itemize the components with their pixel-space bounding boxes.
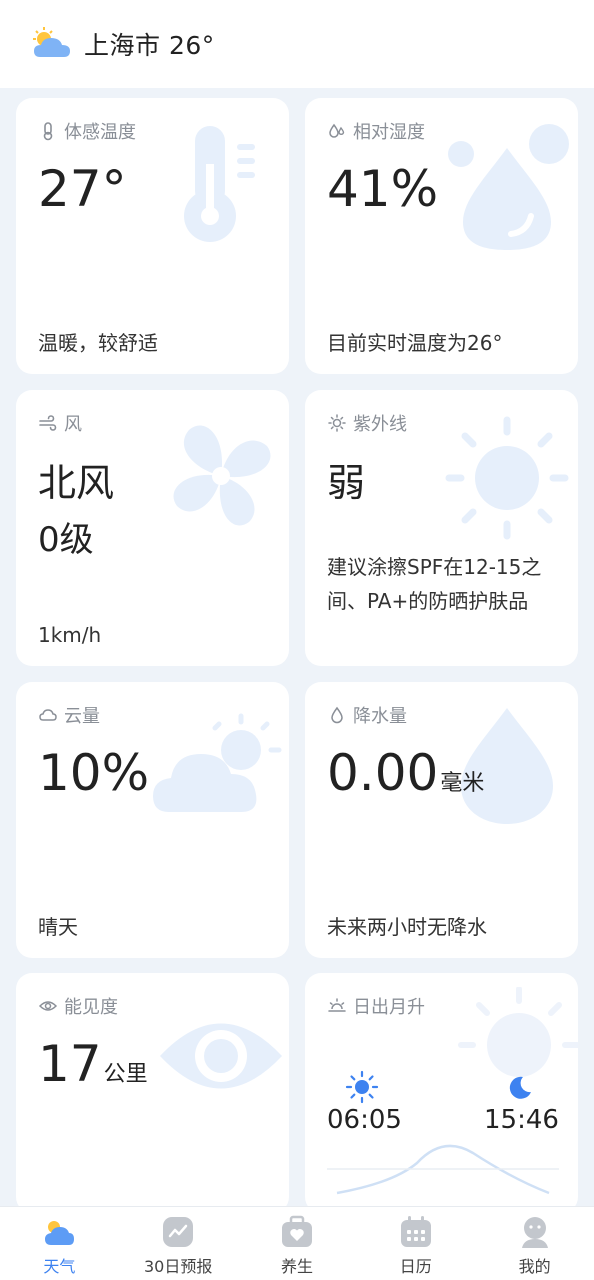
fan-icon xyxy=(173,425,271,526)
humidity-label-text: 相对湿度 xyxy=(353,122,425,143)
uv-label: 紫外线 xyxy=(327,410,407,436)
page-title: 上海市 26° xyxy=(84,31,215,60)
sun-large-icon xyxy=(445,416,569,540)
sunrise-icon xyxy=(328,998,346,1012)
cloud-cover-label: 云量 xyxy=(38,702,100,728)
tab-profile[interactable]: 我的 xyxy=(475,1207,594,1280)
precipitation-unit: 毫米 xyxy=(440,771,485,796)
tab-calendar-label: 日历 xyxy=(399,1257,432,1276)
feels-like-label-text: 体感温度 xyxy=(64,122,136,143)
profile-icon xyxy=(521,1217,548,1248)
visibility-label-text: 能见度 xyxy=(64,997,118,1018)
sun-arc-chart xyxy=(327,1144,559,1195)
feels-like-card[interactable]: 体感温度 27° 温暖，较舒适 xyxy=(16,98,289,374)
uv-label-text: 紫外线 xyxy=(353,414,407,435)
wind-icon xyxy=(39,415,57,431)
visibility-value-row: 17公里 xyxy=(38,1035,148,1093)
sun-cloud-icon xyxy=(153,713,282,812)
humidity-label: 相对湿度 xyxy=(327,118,425,144)
cloudy-sun-icon xyxy=(33,27,70,57)
tab-30day-forecast[interactable]: 30日预报 xyxy=(119,1207,238,1280)
visibility-value: 17 xyxy=(38,1035,102,1093)
top-header: 上海市 26° xyxy=(0,0,594,88)
uv-card[interactable]: 紫外线 弱 建议涂擦SPF在12-15之间、PA+的防晒护肤品 xyxy=(305,390,578,666)
precipitation-label: 降水量 xyxy=(327,702,407,728)
sun-small-icon xyxy=(328,414,346,432)
moonrise-time: 15:46 xyxy=(484,1105,559,1135)
tab-health[interactable]: 养生 xyxy=(238,1207,357,1280)
humidity-value: 41% xyxy=(327,160,439,218)
tab-weather-label: 天气 xyxy=(43,1257,76,1276)
water-drop-large-icon xyxy=(448,124,569,250)
wind-label-text: 风 xyxy=(64,414,82,435)
sun-moon-label: 日出月升 xyxy=(327,993,425,1019)
tab-weather[interactable]: 天气 xyxy=(0,1207,119,1280)
weather-details-grid: 体感温度 27° 温暖，较舒适 相对湿度 41% 目前实时温度为26° 风 北风… xyxy=(0,88,594,1213)
sunrise-time: 06:05 xyxy=(327,1105,402,1135)
weather-icon xyxy=(45,1221,75,1245)
trend-icon xyxy=(163,1217,194,1247)
precipitation-label-text: 降水量 xyxy=(353,706,407,727)
tab-profile-label: 我的 xyxy=(518,1257,551,1276)
tab-calendar[interactable]: 日历 xyxy=(356,1207,475,1280)
wind-card[interactable]: 风 北风 0级 1km/h xyxy=(16,390,289,666)
feels-like-desc: 温暖，较舒适 xyxy=(38,331,158,355)
tab-30day-label: 30日预报 xyxy=(144,1257,213,1276)
sun-icon xyxy=(345,1070,379,1104)
drop-icon xyxy=(331,706,343,724)
health-bag-icon xyxy=(281,1215,312,1247)
bottom-tab-bar: 天气 30日预报 养生 日历 我的 xyxy=(0,1206,594,1280)
sun-moon-label-text: 日出月升 xyxy=(353,997,425,1018)
humidity-card[interactable]: 相对湿度 41% 目前实时温度为26° xyxy=(305,98,578,374)
cloud-cover-card[interactable]: 云量 10% 晴天 xyxy=(16,682,289,958)
moon-icon xyxy=(509,1076,531,1099)
eye-large-icon xyxy=(160,1023,282,1089)
cloud-cover-label-text: 云量 xyxy=(64,706,100,727)
visibility-unit: 公里 xyxy=(103,1062,148,1087)
wind-direction: 北风 xyxy=(38,461,115,505)
humidity-desc: 目前实时温度为26° xyxy=(327,331,503,355)
feels-like-value: 27° xyxy=(38,160,127,218)
wind-speed: 1km/h xyxy=(38,623,102,647)
cloud-icon xyxy=(39,709,57,721)
sun-moon-card[interactable]: 日出月升 06:05 15:46 xyxy=(305,973,578,1213)
precipitation-card[interactable]: 降水量 0.00毫米 未来两小时无降水 xyxy=(305,682,578,958)
eye-icon xyxy=(38,1001,58,1011)
precipitation-value-row: 0.00毫米 xyxy=(327,744,484,802)
uv-desc: 建议涂擦SPF在12-15之间、PA+的防晒护肤品 xyxy=(327,555,542,613)
calendar-icon xyxy=(400,1216,431,1247)
feels-like-label: 体感温度 xyxy=(38,118,136,144)
thermometer-small-icon xyxy=(43,122,53,141)
visibility-card[interactable]: 能见度 17公里 xyxy=(16,973,289,1213)
precipitation-value: 0.00 xyxy=(327,744,439,802)
precipitation-desc: 未来两小时无降水 xyxy=(327,915,487,939)
droplets-icon xyxy=(329,123,345,138)
wind-label: 风 xyxy=(38,410,82,436)
cloud-cover-desc: 晴天 xyxy=(38,915,78,939)
cloud-cover-value: 10% xyxy=(38,744,150,802)
wind-level: 0级 xyxy=(38,520,94,560)
tab-health-label: 养生 xyxy=(280,1257,313,1276)
thermometer-icon xyxy=(184,126,255,242)
uv-value: 弱 xyxy=(327,461,366,505)
visibility-label: 能见度 xyxy=(38,993,118,1019)
